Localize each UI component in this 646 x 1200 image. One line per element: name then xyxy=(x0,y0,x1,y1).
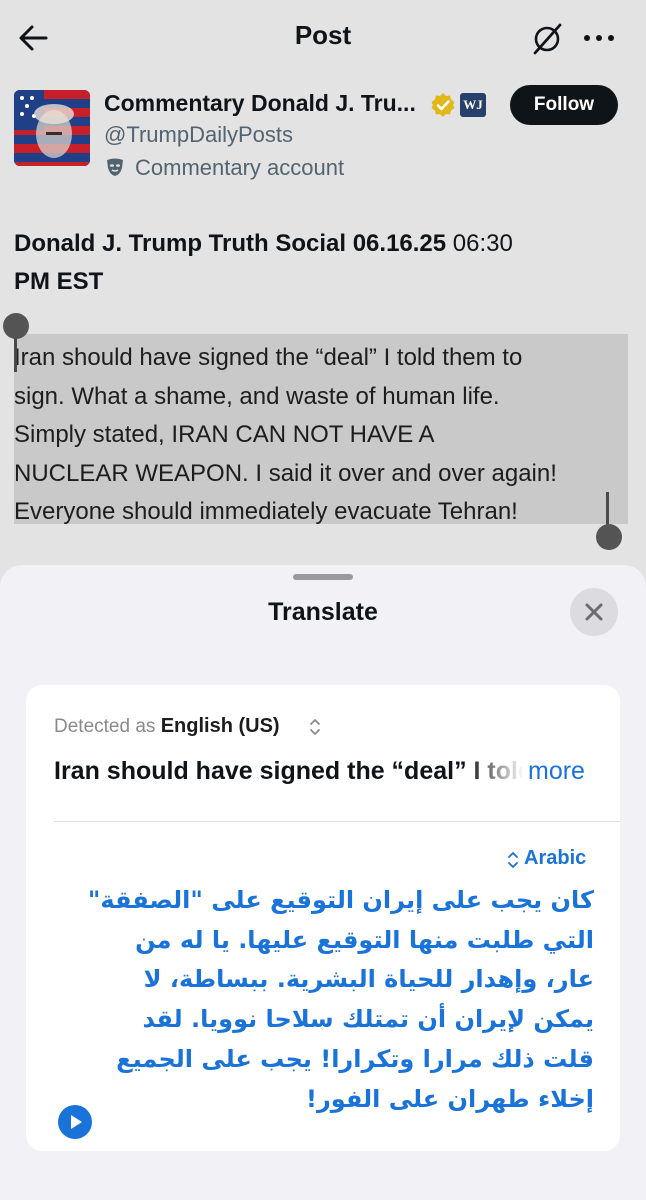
translate-title: Translate xyxy=(268,598,378,626)
translation-card: Detected as English (US) Iran should hav… xyxy=(26,685,620,1151)
target-language-name: Arabic xyxy=(524,847,587,869)
divider xyxy=(54,821,620,822)
sheet-grabber[interactable] xyxy=(293,574,353,580)
follow-button[interactable]: Follow xyxy=(510,85,618,125)
post-text-line: sign. What a shame, and waste of human l… xyxy=(14,382,500,410)
detected-language-name: English (US) xyxy=(160,715,280,737)
close-button[interactable] xyxy=(570,588,618,636)
post-heading-timezone: PM EST xyxy=(14,268,104,295)
detected-language[interactable]: Detected as English (US) xyxy=(54,715,280,738)
selection-start-handle[interactable] xyxy=(3,313,29,339)
post-heading-title: Donald J. Trump Truth Social 06.16.25 xyxy=(14,230,447,257)
post-text-line: Simply stated, IRAN CAN NOT HAVE A xyxy=(14,421,435,448)
chevron-updown-icon xyxy=(506,849,520,871)
selection-end-bar xyxy=(606,492,609,526)
more-link[interactable]: more xyxy=(528,757,585,786)
post-text-line: NUCLEAR WEAPON. I said it over and over … xyxy=(14,459,557,487)
play-audio-button[interactable] xyxy=(58,1105,92,1139)
top-bar: Post xyxy=(0,0,646,76)
grok-icon xyxy=(533,23,562,55)
verified-badge-icon xyxy=(430,92,456,118)
affiliate-badge: WJ xyxy=(460,93,486,117)
more-horizontal-icon xyxy=(584,35,614,41)
commentary-mask-icon xyxy=(104,156,126,178)
source-text: Iran should have signed the “deal” I tol… xyxy=(54,757,522,785)
avatar-flag-portrait-image xyxy=(14,90,90,166)
more-options-button[interactable] xyxy=(578,20,622,56)
post-text-line: Iran should have signed the “deal” I tol… xyxy=(14,344,523,371)
chevron-updown-icon xyxy=(308,716,322,738)
close-icon xyxy=(585,603,603,621)
grok-button[interactable] xyxy=(528,20,566,58)
target-language-selector[interactable]: Arabic xyxy=(506,847,594,875)
author-name[interactable]: Commentary Donald J. Tru... xyxy=(104,90,416,117)
selection-start-bar xyxy=(14,338,17,372)
source-text-fade xyxy=(466,753,524,793)
author-handle[interactable]: @TrumpDailyPosts xyxy=(104,122,293,148)
translated-text: كان يجب على إيران التوقيع على "الصفقة" ا… xyxy=(87,886,594,1113)
post-text-line: Everyone should immediately evacuate Teh… xyxy=(14,498,518,525)
selection-end-handle[interactable] xyxy=(596,524,622,550)
post-heading-time: 06:30 xyxy=(446,230,513,257)
play-icon xyxy=(58,1105,92,1139)
detected-prefix: Detected as xyxy=(54,716,156,737)
translate-sheet: Translate Detected as English (US) Iran … xyxy=(0,565,646,1200)
account-type-label: Commentary account xyxy=(135,155,345,180)
avatar[interactable] xyxy=(14,90,90,166)
post-text[interactable]: Iran should have signed the “deal” I tol… xyxy=(14,339,634,532)
post-heading: Donald J. Trump Truth Social 06.16.25 06… xyxy=(14,225,634,301)
